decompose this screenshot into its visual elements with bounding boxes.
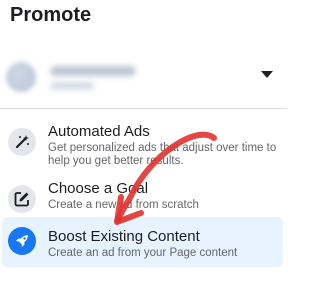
account-avatar bbox=[6, 62, 36, 92]
page-title: Promote bbox=[10, 4, 92, 26]
rocket-icon bbox=[8, 227, 36, 255]
divider bbox=[0, 108, 287, 109]
account-subtitle-blurred bbox=[50, 82, 94, 90]
option-description: Create an ad from your Page content bbox=[48, 247, 238, 259]
option-description: Get personalized ads that adjust over ti… bbox=[48, 142, 277, 167]
option-title: Boost Existing Content bbox=[48, 228, 200, 245]
option-description: Create a new ad from scratch bbox=[48, 199, 199, 211]
edit-icon bbox=[8, 185, 36, 213]
chevron-down-icon[interactable] bbox=[261, 71, 273, 78]
option-automated-ads[interactable]: Automated Ads Get personalized ads that … bbox=[0, 118, 287, 168]
option-title: Automated Ads bbox=[48, 123, 150, 140]
magic-wand-icon bbox=[8, 128, 36, 156]
option-boost-existing-content[interactable]: Boost Existing Content Create an ad from… bbox=[2, 217, 283, 267]
account-name-blurred bbox=[50, 66, 136, 76]
account-selector[interactable] bbox=[0, 52, 287, 98]
option-title: Choose a Goal bbox=[48, 180, 149, 197]
